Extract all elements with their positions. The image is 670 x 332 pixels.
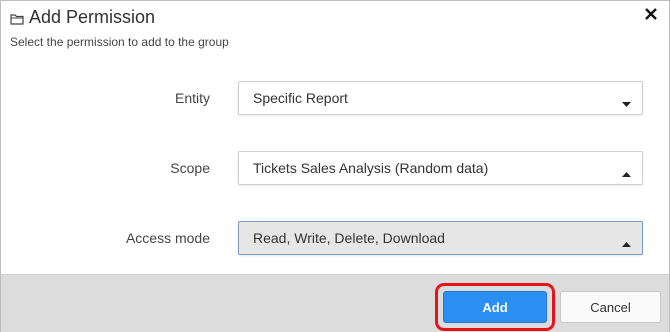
access-mode-value: Read, Write, Delete, Download (253, 230, 445, 246)
entity-label: Entity (174, 90, 210, 106)
chevron-down-icon (622, 95, 631, 107)
folder-icon (10, 12, 24, 25)
access-mode-label: Access mode (125, 230, 210, 246)
entity-select[interactable]: Specific Report (238, 81, 643, 115)
scope-label: Scope (170, 160, 210, 176)
scope-select[interactable]: Tickets Sales Analysis (Random data) (238, 151, 643, 185)
add-permission-dialog: Add Permission Select the permission to … (0, 0, 670, 332)
entity-row: Entity Specific Report (1, 81, 669, 115)
dialog-title: Add Permission (29, 7, 156, 27)
scope-row: Scope Tickets Sales Analysis (Random dat… (1, 151, 669, 185)
chevron-up-icon (622, 235, 631, 247)
chevron-up-icon (622, 165, 631, 177)
cancel-button[interactable]: Cancel (560, 291, 661, 323)
entity-value: Specific Report (253, 90, 348, 106)
access-mode-row: Access mode Read, Write, Delete, Downloa… (1, 221, 669, 255)
access-mode-select[interactable]: Read, Write, Delete, Download (238, 221, 643, 255)
dialog-header: Add Permission (10, 7, 155, 28)
scope-value: Tickets Sales Analysis (Random data) (253, 160, 489, 176)
close-icon[interactable] (643, 6, 659, 22)
dialog-subtitle: Select the permission to add to the grou… (10, 35, 229, 49)
add-button[interactable]: Add (443, 291, 547, 323)
dialog-footer: Add Cancel (1, 274, 669, 332)
